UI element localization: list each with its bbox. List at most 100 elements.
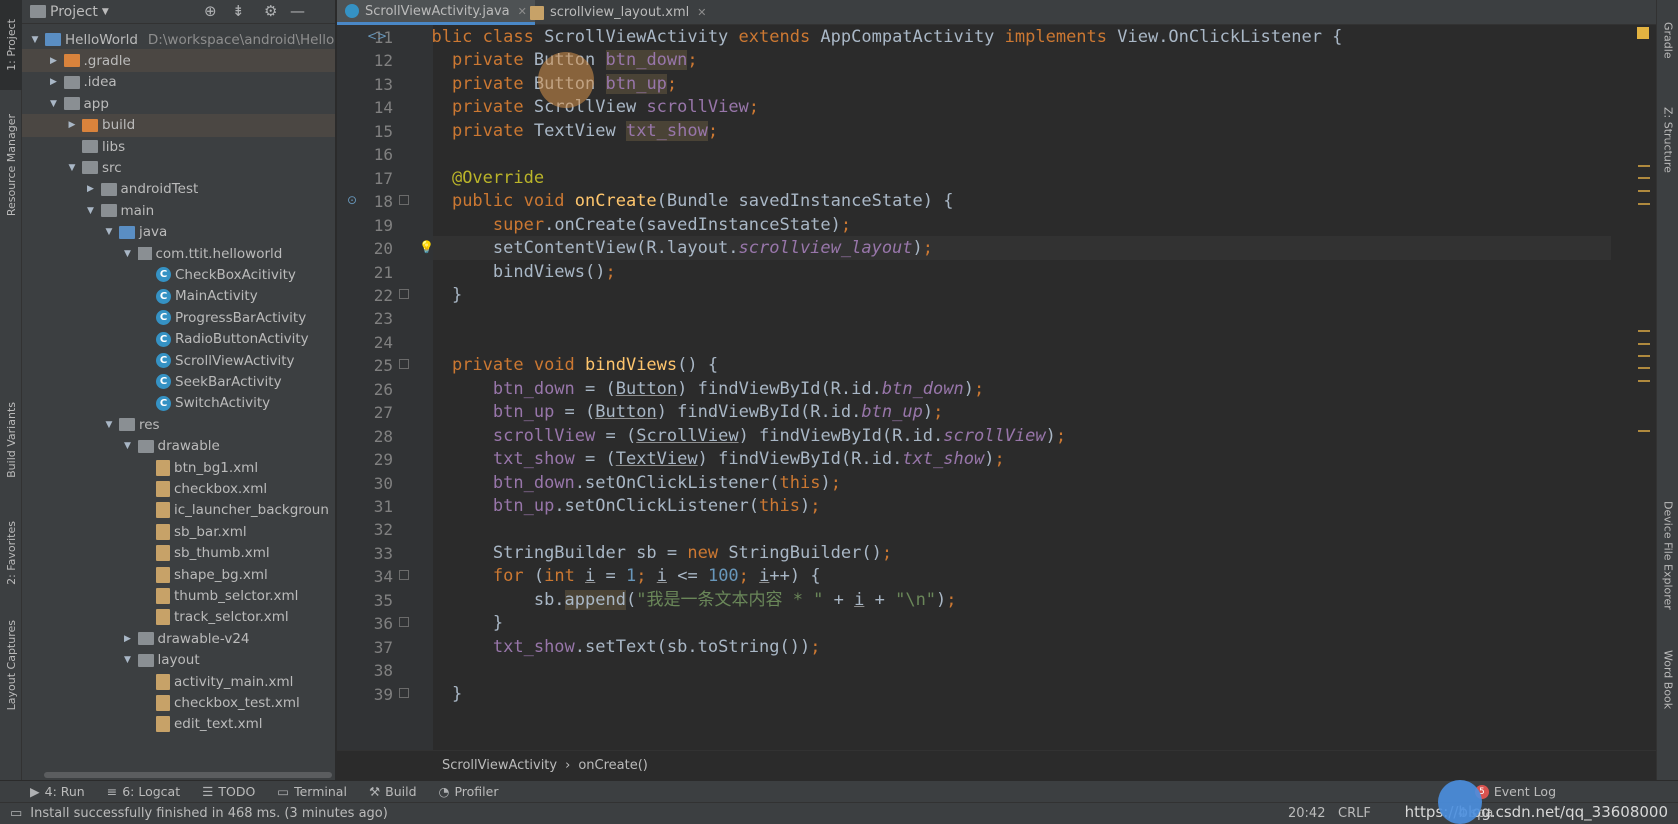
tree-item[interactable]: ▼ src: [22, 156, 335, 179]
horizontal-scrollbar[interactable]: [44, 772, 332, 778]
chevron-down-icon[interactable]: ▼: [102, 7, 109, 17]
code-line[interactable]: super.onCreate(savedInstanceState);: [433, 213, 1611, 237]
code-line[interactable]: @Override: [433, 166, 1611, 190]
code-line[interactable]: for (int i = 1; i <= 100; i++) {: [433, 564, 1611, 588]
code-line[interactable]: [433, 517, 1611, 541]
right-tab-1[interactable]: Z: Structure: [1657, 90, 1678, 190]
tree-item[interactable]: C ProgressBarActivity: [22, 306, 335, 329]
code-line[interactable]: setContentView(R.layout.scrollview_layou…: [433, 236, 1611, 261]
tree-item[interactable]: shape_bg.xml: [22, 563, 335, 586]
tree-item[interactable]: ▼ main: [22, 199, 335, 222]
tree-item[interactable]: ic_launcher_backgroun: [22, 499, 335, 522]
tree-item[interactable]: activity_main.xml: [22, 670, 335, 693]
hide-icon[interactable]: —: [290, 2, 305, 20]
expand-arrow-icon[interactable]: ▼: [121, 441, 135, 451]
expand-arrow-icon[interactable]: ▶: [84, 184, 98, 194]
tree-item[interactable]: ▼ res: [22, 413, 335, 436]
right-tab-0[interactable]: Gradle: [1657, 10, 1678, 70]
tree-item[interactable]: ▼ app: [22, 92, 335, 115]
override-icon[interactable]: ⊙: [347, 193, 357, 207]
tree-item[interactable]: C MainActivity: [22, 285, 335, 308]
tree-item[interactable]: ▶ .gradle: [22, 49, 335, 73]
tree-item[interactable]: C SeekBarActivity: [22, 370, 335, 393]
fold-icon[interactable]: [399, 195, 409, 206]
code-line[interactable]: btn_up = (Button) findViewById(R.id.btn_…: [433, 400, 1611, 424]
tree-item[interactable]: sb_bar.xml: [22, 520, 335, 543]
code-line[interactable]: private void bindViews() {: [433, 353, 1611, 377]
expand-arrow-icon[interactable]: ▼: [102, 420, 116, 430]
toolbar-todo-button[interactable]: ☰ TODO: [202, 784, 255, 799]
code-line[interactable]: }: [433, 283, 1611, 307]
toolbar-profiler-button[interactable]: ◔ Profiler: [439, 784, 499, 799]
tree-item[interactable]: ▼ java: [22, 221, 335, 244]
code-editor[interactable]: public class ScrollViewActivity extends …: [433, 25, 1633, 750]
right-tab-2[interactable]: Device File Explorer: [1657, 490, 1678, 620]
error-stripe[interactable]: [1633, 25, 1656, 750]
tree-item[interactable]: edit_text.xml: [22, 713, 335, 736]
project-title[interactable]: Project: [50, 4, 98, 20]
stripe-mark[interactable]: [1638, 330, 1650, 332]
collapse-icon[interactable]: ⇟: [232, 2, 245, 20]
stripe-mark[interactable]: [1638, 190, 1650, 192]
tree-item[interactable]: checkbox_test.xml: [22, 691, 335, 714]
code-line[interactable]: private ScrollView scrollView;: [433, 95, 1611, 119]
stripe-mark[interactable]: [1638, 355, 1650, 357]
caret-position[interactable]: 20:42: [1288, 806, 1325, 821]
expand-arrow-icon[interactable]: ▶: [47, 56, 61, 66]
breadcrumb-item[interactable]: onCreate(): [578, 758, 648, 773]
code-line[interactable]: StringBuilder sb = new StringBuilder();: [433, 541, 1611, 565]
expand-arrow-icon[interactable]: ▶: [47, 77, 61, 87]
tab-scrollview-layout[interactable]: scrollview_layout.xml ✕: [522, 0, 714, 25]
tree-item[interactable]: btn_bg1.xml: [22, 456, 335, 479]
stripe-mark[interactable]: [1638, 165, 1650, 167]
code-line[interactable]: private TextView txt_show;: [433, 119, 1611, 143]
fold-icon[interactable]: [399, 570, 409, 581]
tree-item[interactable]: ▼ HelloWorld D:\workspace\android\Hello: [22, 28, 335, 51]
lightbulb-icon[interactable]: 💡: [419, 240, 434, 254]
code-line[interactable]: private Button btn_down;: [433, 48, 1611, 72]
code-line[interactable]: [433, 306, 1611, 330]
left-tab-4[interactable]: Layout Captures: [0, 605, 22, 725]
fold-icon[interactable]: [399, 288, 409, 299]
tree-item[interactable]: checkbox.xml: [22, 477, 335, 500]
code-line[interactable]: btn_up.setOnClickListener(this);: [433, 494, 1611, 518]
code-line[interactable]: }: [433, 611, 1611, 635]
tab-scrollview-activity[interactable]: ScrollViewActivity.java ✕: [337, 0, 535, 25]
tree-item[interactable]: ▶ androidTest: [22, 178, 335, 201]
tree-item[interactable]: C SwitchActivity: [22, 392, 335, 415]
toolbar-run-button[interactable]: ▶ 4: Run: [30, 784, 85, 799]
left-tab-3[interactable]: 2: Favorites: [0, 505, 22, 600]
fold-icon[interactable]: [399, 359, 409, 370]
code-line[interactable]: public class ScrollViewActivity extends …: [433, 25, 1611, 49]
expand-arrow-icon[interactable]: ▼: [84, 206, 98, 216]
event-log-button[interactable]: 5 Event Log: [1474, 784, 1556, 799]
code-line[interactable]: public void onCreate(Bundle savedInstanc…: [433, 189, 1611, 213]
stripe-mark[interactable]: [1638, 343, 1650, 345]
left-tab-0[interactable]: 1: Project: [0, 0, 22, 90]
tree-item[interactable]: ▼ com.ttit.helloworld: [22, 242, 335, 265]
tree-item[interactable]: ▼ drawable: [22, 435, 335, 458]
code-line[interactable]: [433, 330, 1611, 354]
close-icon[interactable]: ✕: [697, 6, 706, 19]
code-line[interactable]: sb.append("我是一条文本内容 * " + i + "\n");: [433, 588, 1611, 612]
code-line[interactable]: bindViews();: [433, 260, 1611, 284]
tree-item[interactable]: sb_thumb.xml: [22, 542, 335, 565]
tree-item[interactable]: ▶ drawable-v24: [22, 627, 335, 650]
code-line[interactable]: btn_down.setOnClickListener(this);: [433, 471, 1611, 495]
toolbar-logcat-button[interactable]: ≡ 6: Logcat: [107, 784, 180, 799]
warning-icon[interactable]: [1637, 27, 1649, 39]
code-line[interactable]: [433, 658, 1611, 682]
expand-arrow-icon[interactable]: ▶: [65, 120, 79, 130]
tree-item[interactable]: ▶ .idea: [22, 71, 335, 94]
code-line[interactable]: btn_down = (Button) findViewById(R.id.bt…: [433, 377, 1611, 401]
toolbar-build-button[interactable]: ⚒ Build: [369, 784, 417, 799]
code-line[interactable]: }: [433, 682, 1611, 706]
expand-arrow-icon[interactable]: ▼: [28, 35, 42, 45]
tree-item[interactable]: track_selctor.xml: [22, 606, 335, 629]
right-tab-3[interactable]: Word Book: [1657, 640, 1678, 720]
fold-icon[interactable]: [399, 687, 409, 698]
expand-arrow-icon[interactable]: ▼: [121, 249, 135, 259]
stripe-mark[interactable]: [1638, 380, 1650, 382]
tree-item[interactable]: C CheckBoxAcitivity: [22, 263, 335, 286]
tree-item[interactable]: C ScrollViewActivity: [22, 349, 335, 372]
